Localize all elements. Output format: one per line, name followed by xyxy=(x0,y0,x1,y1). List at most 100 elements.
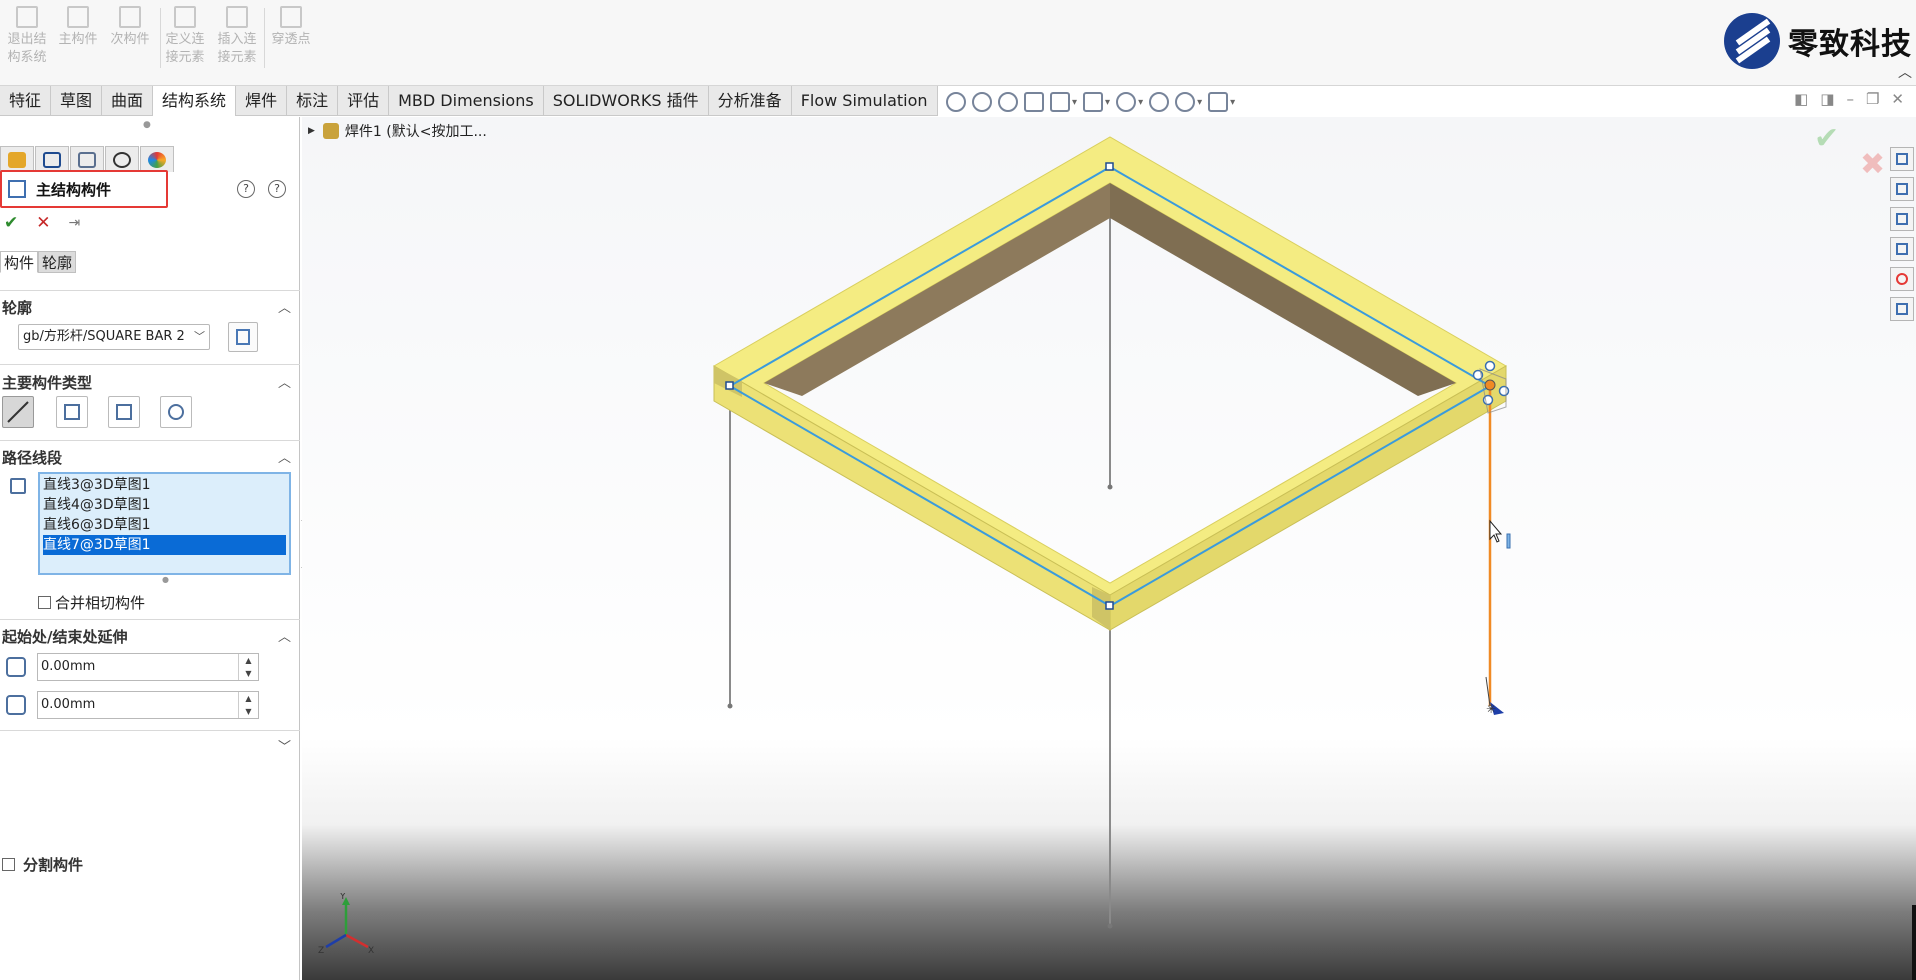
help-icon[interactable]: ? xyxy=(268,180,286,198)
tab-sketch[interactable]: 草图 xyxy=(51,86,103,116)
tab-surfaces[interactable]: 曲面 xyxy=(102,86,154,116)
list-item-selected[interactable]: 直线7@3D草图1 xyxy=(43,535,286,555)
display-manager-tab[interactable] xyxy=(140,146,174,172)
view-palette-tab[interactable] xyxy=(1890,237,1914,261)
confirm-corner-cancel-icon[interactable]: ✖ xyxy=(1860,147,1885,182)
dimxpert-icon xyxy=(113,151,131,168)
pierce-point-button[interactable]: 穿透点 xyxy=(268,6,314,49)
path-segments-highlight[interactable] xyxy=(725,162,1491,610)
primary-member-button[interactable]: 主构件 xyxy=(56,6,100,49)
panel-grip[interactable]: ● xyxy=(143,120,151,130)
point-length-member-type-button[interactable] xyxy=(108,396,140,428)
secondary-member-button[interactable]: 次构件 xyxy=(108,6,152,49)
chevron-up-icon[interactable]: ︿ xyxy=(278,447,291,466)
display-style-icon[interactable] xyxy=(1083,92,1104,112)
section-view-icon[interactable] xyxy=(1024,92,1044,112)
path-line[interactable] xyxy=(1109,385,1491,607)
feature-tree-flyout[interactable]: ▶ 焊件1 (默认<按加工... xyxy=(308,121,487,141)
home-tab[interactable] xyxy=(1890,147,1914,171)
extend-section-header[interactable]: 起始处/结束处延伸 xyxy=(2,626,127,647)
sketch-vertex[interactable] xyxy=(1105,601,1114,610)
list-item[interactable]: 直线6@3D草图1 xyxy=(43,515,286,535)
profile-section-header[interactable]: 轮廓 xyxy=(2,297,32,318)
home-icon xyxy=(1896,153,1908,165)
tab-member[interactable]: 构件 xyxy=(0,251,39,273)
pin-button[interactable]: ⇥ xyxy=(69,215,81,231)
property-manager-tab[interactable] xyxy=(35,146,69,172)
insert-connection-button[interactable]: 插入连 接元素 xyxy=(214,6,260,67)
path-line[interactable] xyxy=(729,166,1111,387)
feature-manager-tab[interactable] xyxy=(0,146,34,172)
list-item[interactable]: 直线4@3D草图1 xyxy=(43,495,286,515)
expand-arrow-icon[interactable]: ▶ xyxy=(308,126,315,136)
edit-appearance-icon[interactable] xyxy=(1149,92,1170,112)
end-extension-input[interactable]: 0.00mm ▲ ▼ xyxy=(37,691,259,719)
configuration-manager-tab[interactable] xyxy=(70,146,104,172)
tab-solidworks-addins[interactable]: SOLIDWORKS 插件 xyxy=(544,86,709,116)
path-segment-list[interactable]: 直线3@3D草图1 直线4@3D草图1 直线6@3D草图1 直线7@3D草图1 xyxy=(38,472,291,575)
restore-icon[interactable]: ❐ xyxy=(1866,90,1879,108)
split-member-checkbox[interactable] xyxy=(2,858,15,871)
tab-weldments[interactable]: 焊件 xyxy=(236,86,288,116)
chevron-down-icon[interactable]: ﹀ xyxy=(278,736,291,755)
confirm-corner-ok-icon[interactable]: ✔ xyxy=(1814,121,1839,156)
file-explorer-tab[interactable] xyxy=(1890,207,1914,231)
graphics-viewport[interactable]: ✳ ▶ 焊件1 (默认<按加工... ✔ ✖ Y X Z xyxy=(302,117,1916,980)
reference-plane-member-type-button[interactable] xyxy=(56,396,88,428)
zoom-to-fit-icon[interactable] xyxy=(946,92,966,112)
tile-left-icon[interactable]: ◧ xyxy=(1794,90,1808,108)
whats-wrong-help-icon[interactable]: ? xyxy=(237,180,255,198)
path-segment-section-header[interactable]: 路径线段 xyxy=(2,447,62,468)
spinner-icon[interactable]: ▲ ▼ xyxy=(238,654,258,680)
checkbox-box[interactable] xyxy=(38,596,51,609)
apply-scene-icon[interactable] xyxy=(1175,92,1196,112)
tab-analysis-prep[interactable]: 分析准备 xyxy=(709,86,792,116)
property-manager-icon xyxy=(43,151,61,168)
appearances-tab[interactable] xyxy=(1890,267,1914,291)
member-type-section-header[interactable]: 主要构件类型 xyxy=(2,372,92,393)
profile-dropdown[interactable]: gb/方形杆/SQUARE BAR 2 ﹀ xyxy=(18,324,210,350)
merge-tangent-members-checkbox[interactable]: 合并相切构件 xyxy=(38,592,145,613)
chevron-up-icon[interactable]: ︿ xyxy=(278,372,291,391)
tab-mbd-dimensions[interactable]: MBD Dimensions xyxy=(389,86,544,116)
ok-button[interactable]: ✔ xyxy=(4,213,18,233)
tab-markup[interactable]: 标注 xyxy=(287,86,339,116)
minimize-icon[interactable]: – xyxy=(1846,90,1854,108)
model-scene: ✳ xyxy=(713,136,1511,929)
sketch-vertex[interactable] xyxy=(1105,162,1114,171)
path-line[interactable] xyxy=(1109,166,1491,387)
dimxpert-manager-tab[interactable] xyxy=(105,146,139,172)
tile-right-icon[interactable]: ◨ xyxy=(1820,90,1834,108)
define-connection-button[interactable]: 定义连 接元素 xyxy=(162,6,208,67)
cancel-button[interactable]: ✕ xyxy=(36,213,50,233)
close-icon[interactable]: ✕ xyxy=(1891,90,1904,108)
cube-icon xyxy=(1896,183,1908,195)
path-line[interactable] xyxy=(729,385,1111,607)
tab-profile[interactable]: 轮廓 xyxy=(38,251,77,273)
edit-profile-button[interactable] xyxy=(228,322,258,352)
previous-view-icon[interactable] xyxy=(998,92,1018,112)
sketch-vertex[interactable] xyxy=(725,381,734,390)
list-item[interactable]: 直线3@3D草图1 xyxy=(43,475,286,495)
split-member-section[interactable]: 分割构件 xyxy=(2,854,83,875)
start-extension-input[interactable]: 0.00mm ▲ ▼ xyxy=(37,653,259,681)
between-points-member-type-button[interactable] xyxy=(160,396,192,428)
list-resize-handle[interactable]: ● xyxy=(162,575,169,584)
exit-structure-system-button[interactable]: 退出结 构系统 xyxy=(4,6,50,67)
view-orientation-icon[interactable] xyxy=(1050,92,1070,112)
pierce-point-icon xyxy=(280,6,302,28)
spinner-icon[interactable]: ▲ ▼ xyxy=(238,692,258,718)
tab-evaluate[interactable]: 评估 xyxy=(338,86,390,116)
custom-properties-tab[interactable] xyxy=(1890,297,1914,321)
view-settings-icon[interactable] xyxy=(1208,92,1229,112)
collapse-ribbon-icon[interactable]: ︿ xyxy=(1898,62,1912,82)
chevron-up-icon[interactable]: ︿ xyxy=(278,297,291,316)
tab-flow-simulation[interactable]: Flow Simulation xyxy=(792,86,938,116)
chevron-up-icon[interactable]: ︿ xyxy=(278,626,291,645)
tab-features[interactable]: 特征 xyxy=(0,86,52,116)
tab-structure-system[interactable]: 结构系统 xyxy=(153,86,237,116)
path-segment-member-type-button[interactable] xyxy=(2,396,34,428)
resources-tab[interactable] xyxy=(1890,177,1914,201)
zoom-to-area-icon[interactable] xyxy=(972,92,992,112)
hide-show-items-icon[interactable] xyxy=(1116,92,1137,112)
